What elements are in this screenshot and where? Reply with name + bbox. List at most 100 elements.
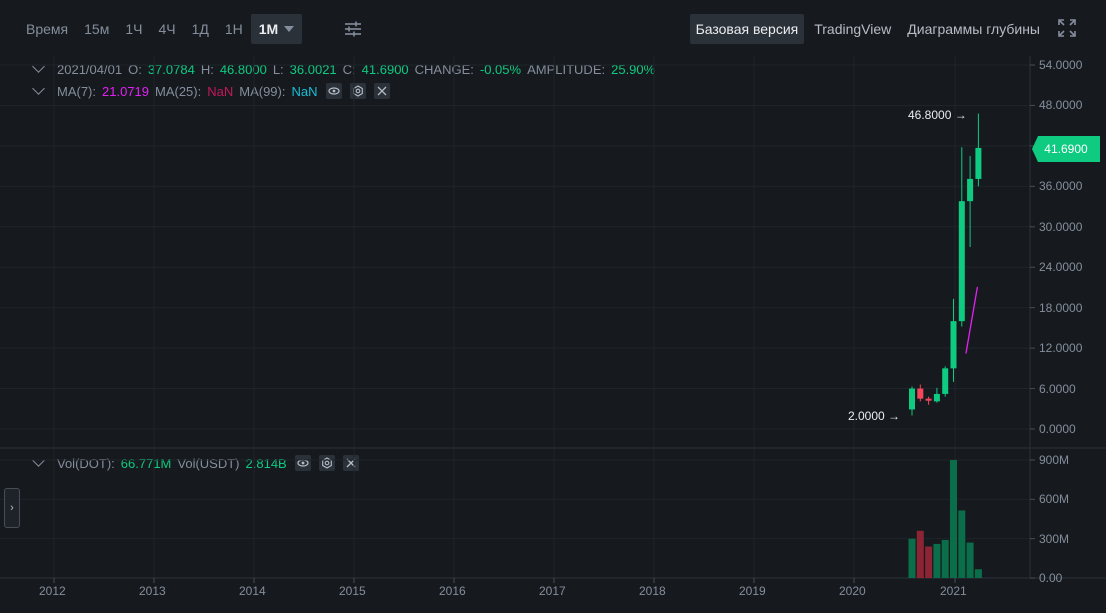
price-axis-label: 12.0000 <box>1039 341 1083 356</box>
vol-usdt-label: Vol(USDT) <box>177 455 240 471</box>
close-value: 41.6900 <box>361 61 409 77</box>
candle-body <box>917 388 924 399</box>
candle-body <box>950 321 957 369</box>
open-label: O: <box>128 61 142 77</box>
ohlc-legend: 2021/04/01 O: 37.0784 H: 46.8000 L: 36.0021… <box>32 59 656 78</box>
ma7-segment <box>965 286 979 354</box>
interval-1h[interactable]: 1Ч <box>117 14 150 44</box>
ma99-value: NaN <box>291 83 318 99</box>
candle-body <box>933 393 940 402</box>
time-axis-label: 2012 <box>39 584 66 598</box>
volume-bar <box>916 530 924 578</box>
interval-selector: Время 15м 1Ч 4Ч 1Д 1Н 1M <box>18 14 303 44</box>
candle-body <box>925 398 932 401</box>
time-axis-label: 2016 <box>439 584 466 598</box>
time-axis-label: 2015 <box>339 584 366 598</box>
eye-icon[interactable] <box>294 455 311 471</box>
high-marker-value: 46.8000 <box>908 108 952 122</box>
candle-body <box>942 368 949 394</box>
volume-axis-label: 0.00 <box>1039 571 1063 585</box>
volume-axis-label: 600M <box>1039 492 1070 507</box>
open-value: 37.0784 <box>147 61 195 77</box>
price-axis-label: 0.0000 <box>1039 422 1076 436</box>
volume-bar <box>974 569 982 578</box>
time-axis-label: 2013 <box>139 584 166 598</box>
close-label: C: <box>342 61 356 77</box>
low-value: 36.0021 <box>289 61 337 77</box>
price-axis-label: 30.0000 <box>1039 219 1083 234</box>
chart-view-switch: Базовая версия TradingView Диаграммы глу… <box>689 14 1046 44</box>
volume-axis-label: 900M <box>1039 453 1070 467</box>
candle-body <box>975 147 982 179</box>
candle-date: 2021/04/01 <box>57 61 123 77</box>
high-value: 46.8000 <box>219 61 267 77</box>
volume-legend: Vol(DOT): 66.771M Vol(USDT) 2.814B <box>32 453 359 472</box>
interval-4h[interactable]: 4Ч <box>150 14 183 44</box>
last-price-tag: 41.6900 <box>1032 136 1100 162</box>
close-icon[interactable] <box>373 83 390 99</box>
volume-bar <box>908 538 916 578</box>
view-basic[interactable]: Базовая версия <box>689 14 805 44</box>
interval-1w[interactable]: 1Н <box>217 14 251 44</box>
gear-icon[interactable] <box>349 83 366 99</box>
view-depth[interactable]: Диаграммы глубины <box>901 14 1046 44</box>
amplitude-value: 25.90% <box>611 61 656 77</box>
volume-bar <box>950 460 957 578</box>
view-tradingview[interactable]: TradingView <box>808 14 897 44</box>
candle-body <box>909 388 915 410</box>
high-marker: 46.8000 → <box>908 108 967 122</box>
time-axis-label: 2020 <box>839 584 866 598</box>
change-label: CHANGE: <box>414 61 474 77</box>
volume-bar <box>933 543 941 578</box>
indicator-settings-icon[interactable] <box>342 18 364 40</box>
time-axis-label: 2019 <box>739 584 766 598</box>
close-icon[interactable] <box>342 455 359 471</box>
ma7-label: MA(7): <box>57 83 96 99</box>
high-label: H: <box>200 61 214 77</box>
low-marker: 2.0000 → <box>848 409 900 423</box>
eye-icon[interactable] <box>325 83 342 99</box>
vol-usdt-value: 2.814B <box>245 455 287 471</box>
chevron-down-icon <box>284 26 295 32</box>
collapse-chevron-icon[interactable] <box>32 59 45 73</box>
active-interval-label: 1M <box>258 21 279 37</box>
interval-1d[interactable]: 1Д <box>184 14 217 44</box>
volume-bar <box>925 546 933 578</box>
candle-body <box>958 201 965 322</box>
interval-1m-dropdown[interactable]: 1M <box>250 14 303 44</box>
price-axis-label: 36.0000 <box>1039 179 1083 194</box>
chevron-right-icon: › <box>10 502 14 514</box>
volume-bar <box>958 510 966 578</box>
low-label: L: <box>272 61 284 77</box>
volume-bar <box>941 539 949 578</box>
vol-dot-value: 66.771M <box>120 455 172 471</box>
volume-bar <box>966 542 974 578</box>
price-axis-label: 48.0000 <box>1039 98 1083 113</box>
interval-15m[interactable]: 15м <box>76 14 117 44</box>
vol-dot-label: Vol(DOT): <box>57 455 115 471</box>
ma25-label: MA(25): <box>155 83 202 99</box>
fullscreen-icon[interactable] <box>1058 19 1076 37</box>
arrow-right-icon: → <box>888 409 901 423</box>
volume-axis-label: 300M <box>1039 531 1070 546</box>
gear-icon[interactable] <box>318 455 335 471</box>
ma7-line <box>965 286 979 354</box>
price-axis-label: 24.0000 <box>1039 260 1083 275</box>
time-axis-label: 2014 <box>239 584 266 598</box>
volume-bars <box>908 460 982 578</box>
side-panel-toggle[interactable]: › <box>4 488 20 528</box>
grid-lines <box>0 56 1106 583</box>
candles <box>909 113 982 416</box>
ma-legend: MA(7): 21.0719 MA(25): NaN MA(99): NaN <box>32 81 390 100</box>
collapse-chevron-icon[interactable] <box>32 81 45 95</box>
price-axis-label: 6.0000 <box>1039 381 1076 396</box>
collapse-chevron-icon[interactable] <box>32 453 45 467</box>
time-axis-label: 2017 <box>539 584 566 598</box>
price-axis-label: 18.0000 <box>1039 300 1083 315</box>
time-axis-label: 2021 <box>940 584 967 598</box>
interval-time[interactable]: Время <box>18 14 76 44</box>
ma7-value: 21.0719 <box>102 83 149 99</box>
time-axis-label: 2018 <box>639 584 666 598</box>
ma25-value: NaN <box>207 83 234 99</box>
change-value: -0.05% <box>479 61 522 77</box>
